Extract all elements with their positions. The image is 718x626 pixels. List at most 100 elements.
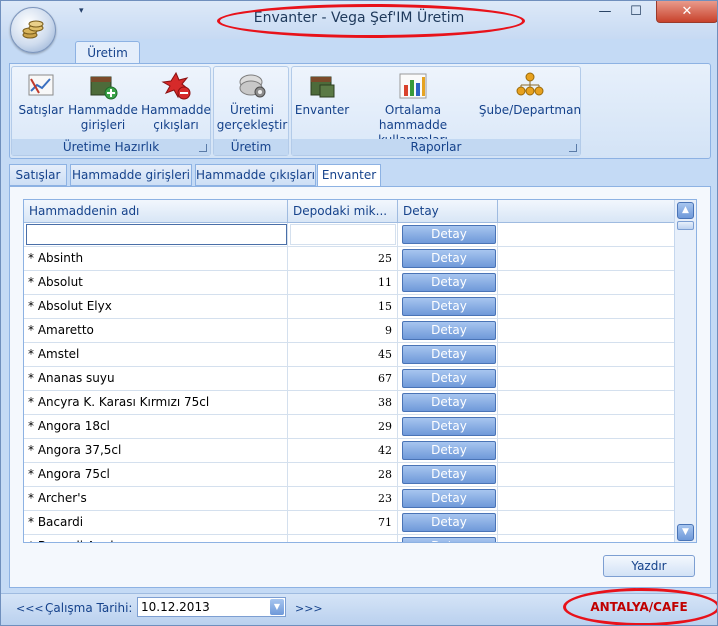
tab-satislar[interactable]: Satışlar: [9, 164, 67, 186]
cell-stock-quantity[interactable]: 71: [288, 511, 398, 535]
cell-stock-quantity[interactable]: 23: [288, 487, 398, 511]
detail-button[interactable]: Detay: [402, 273, 496, 292]
next-date-button[interactable]: >>>: [295, 602, 323, 615]
branch-department-button[interactable]: Şube/Departman: [478, 71, 582, 118]
material-outputs-button[interactable]: Hammadde çıkışları: [140, 71, 212, 133]
cell-filler: [498, 391, 674, 415]
inventory-grid: Hammaddenin adı Depodaki mik... Detay De…: [23, 199, 697, 543]
scroll-down-icon[interactable]: ▼: [677, 524, 694, 541]
column-header-stock-quantity[interactable]: Depodaki mik...: [288, 200, 398, 222]
cell-material-name[interactable]: * Ananas suyu: [24, 367, 288, 391]
dialog-launcher-icon[interactable]: [569, 144, 577, 152]
inventory-icon: [310, 76, 335, 98]
inventory-button[interactable]: Envanter: [294, 71, 350, 118]
cell-material-name[interactable]: * Angora 75cl: [24, 463, 288, 487]
print-button[interactable]: Yazdır: [603, 555, 695, 577]
cell-material-name[interactable]: * Archer's: [24, 487, 288, 511]
scroll-up-icon[interactable]: ▲: [677, 202, 694, 219]
detail-button[interactable]: Detay: [402, 345, 496, 364]
previous-date-button[interactable]: <<<: [16, 602, 44, 615]
detail-button[interactable]: Detay: [402, 465, 496, 484]
material-remove-icon: [161, 71, 191, 100]
table-row[interactable]: * Angora 37,5cl 42 Detay: [24, 439, 674, 463]
table-row[interactable]: * Amstel 45 Detay: [24, 343, 674, 367]
execute-production-button[interactable]: Üretimi gerçekleştir: [216, 71, 288, 133]
cell-stock-quantity[interactable]: 42: [288, 439, 398, 463]
cell-stock-quantity[interactable]: 9: [288, 319, 398, 343]
cell-material-name[interactable]: * Bacardi Apple: [24, 535, 288, 542]
cell-stock-quantity[interactable]: 15: [288, 295, 398, 319]
detail-button[interactable]: Detay: [402, 537, 496, 542]
cell-material-name[interactable]: * Amstel: [24, 343, 288, 367]
maximize-button[interactable]: ☐: [625, 1, 647, 23]
table-row[interactable]: * Amaretto 9 Detay: [24, 319, 674, 343]
cell-material-name[interactable]: * Bacardi: [24, 511, 288, 535]
average-material-usage-button[interactable]: Ortalama hammadde kullanımları: [350, 71, 476, 148]
table-row[interactable]: Detay: [24, 223, 674, 247]
cell-material-name[interactable]: * Absolut Elyx: [24, 295, 288, 319]
minimize-button[interactable]: —: [595, 1, 615, 23]
ribbon-group-raporlar: Envanter Ortalama hammadde kullanımları: [291, 66, 581, 156]
cell-stock-quantity[interactable]: 11: [288, 271, 398, 295]
ribbon-group-uretime-hazirlik: Satışlar Hammadde girişleri Hammadde çık…: [11, 66, 211, 156]
detail-button[interactable]: Detay: [402, 417, 496, 436]
cell-stock-quantity[interactable]: 38: [288, 391, 398, 415]
cell-filler: [498, 415, 674, 439]
cell-stock-quantity[interactable]: 6: [288, 535, 398, 542]
tab-envanter[interactable]: Envanter: [317, 164, 381, 187]
cell-material-name[interactable]: * Absinth: [24, 247, 288, 271]
filter-quantity-input[interactable]: [290, 224, 396, 245]
table-row[interactable]: * Archer's 23 Detay: [24, 487, 674, 511]
filter-input[interactable]: [26, 224, 287, 245]
production-gear-icon: [239, 74, 266, 98]
cell-material-name[interactable]: * Amaretto: [24, 319, 288, 343]
cell-material-name[interactable]: * Angora 37,5cl: [24, 439, 288, 463]
cell-stock-quantity[interactable]: 45: [288, 343, 398, 367]
detail-button[interactable]: Detay: [402, 225, 496, 244]
cell-material-name[interactable]: * Angora 18cl: [24, 415, 288, 439]
application-menu-button[interactable]: [10, 7, 56, 53]
detail-button[interactable]: Detay: [402, 369, 496, 388]
cell-stock-quantity[interactable]: 25: [288, 247, 398, 271]
cell-stock-quantity[interactable]: 67: [288, 367, 398, 391]
close-button[interactable]: ✕: [656, 1, 717, 23]
tab-hammadde-girisleri[interactable]: Hammadde girişleri: [70, 164, 192, 186]
work-date-value: 10.12.2013: [141, 600, 210, 614]
table-row[interactable]: * Angora 75cl 28 Detay: [24, 463, 674, 487]
detail-button[interactable]: Detay: [402, 249, 496, 268]
work-date-picker[interactable]: 10.12.2013 ▼: [137, 597, 286, 617]
chevron-down-icon[interactable]: ▼: [270, 599, 284, 615]
scroll-thumb[interactable]: [677, 221, 694, 230]
detail-button[interactable]: Detay: [402, 441, 496, 460]
status-bar: <<< Çalışma Tarihi: 10.12.2013 ▼ >>> ANT…: [1, 588, 717, 625]
dialog-launcher-icon[interactable]: [199, 144, 207, 152]
detail-button[interactable]: Detay: [402, 513, 496, 532]
vertical-scrollbar[interactable]: ▲ ▼: [674, 200, 696, 542]
sales-button[interactable]: Satışlar: [18, 71, 64, 118]
detail-button[interactable]: Detay: [402, 393, 496, 412]
material-outputs-label-1: Hammadde: [141, 103, 211, 117]
column-header-material-name[interactable]: Hammaddenin adı: [24, 200, 288, 222]
table-row[interactable]: * Ananas suyu 67 Detay: [24, 367, 674, 391]
table-row[interactable]: * Absolut 11 Detay: [24, 271, 674, 295]
table-row[interactable]: * Bacardi Apple6 Detay: [24, 535, 674, 542]
table-row[interactable]: * Absinth 25 Detay: [24, 247, 674, 271]
column-header-detail[interactable]: Detay: [398, 200, 498, 222]
cell-material-name[interactable]: * Absolut: [24, 271, 288, 295]
detail-button[interactable]: Detay: [402, 321, 496, 340]
table-row[interactable]: * Bacardi 71 Detay: [24, 511, 674, 535]
title-annotation-ellipse: [217, 4, 525, 38]
tab-hammadde-cikislari[interactable]: Hammadde çıkışları: [195, 164, 316, 186]
cell-stock-quantity[interactable]: 29: [288, 415, 398, 439]
cell-material-name[interactable]: * Ancyra K. Karası Kırmızı 75cl: [24, 391, 288, 415]
cell-stock-quantity[interactable]: 28: [288, 463, 398, 487]
table-row[interactable]: * Ancyra K. Karası Kırmızı 75cl 38 Detay: [24, 391, 674, 415]
group-label-uretim: Üretim: [214, 139, 288, 155]
detail-button[interactable]: Detay: [402, 297, 496, 316]
ribbon: Satışlar Hammadde girişleri Hammadde çık…: [9, 63, 711, 159]
table-row[interactable]: * Angora 18cl 29 Detay: [24, 415, 674, 439]
table-row[interactable]: * Absolut Elyx 15 Detay: [24, 295, 674, 319]
detail-button[interactable]: Detay: [402, 489, 496, 508]
material-entries-button[interactable]: Hammadde girişleri: [64, 71, 142, 133]
ribbon-tab-uretim[interactable]: Üretim: [75, 41, 140, 63]
